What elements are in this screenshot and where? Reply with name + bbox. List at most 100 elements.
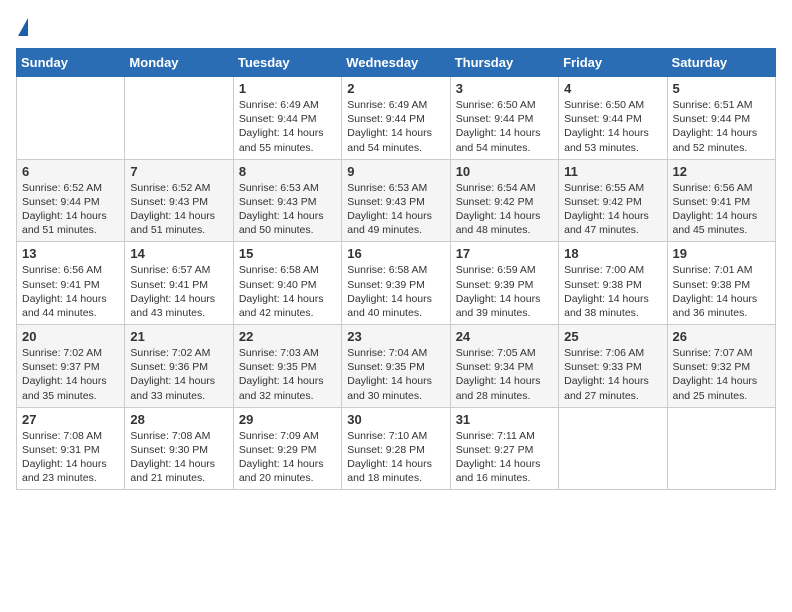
day-header-thursday: Thursday <box>450 49 558 77</box>
day-cell: 17Sunrise: 6:59 AMSunset: 9:39 PMDayligh… <box>450 242 558 325</box>
daylight-text: Daylight: 14 hours and 55 minutes. <box>239 126 336 154</box>
day-number: 12 <box>673 164 770 179</box>
daylight-text: Daylight: 14 hours and 44 minutes. <box>22 292 119 320</box>
sunrise-text: Sunrise: 6:59 AM <box>456 263 553 277</box>
day-number: 30 <box>347 412 444 427</box>
day-number: 4 <box>564 81 661 96</box>
sunrise-text: Sunrise: 6:56 AM <box>673 181 770 195</box>
sunrise-text: Sunrise: 6:49 AM <box>239 98 336 112</box>
day-number: 13 <box>22 246 119 261</box>
day-cell: 13 Sunrise: 6:56 AMSunset: 9:41 PMDayligh… <box>17 242 125 325</box>
sunrise-text: Sunrise: 6:49 AM <box>347 98 444 112</box>
sunset-text: Sunset: 9:37 PM <box>22 360 119 374</box>
day-cell: 15Sunrise: 6:58 AMSunset: 9:40 PMDayligh… <box>233 242 341 325</box>
sunset-text: Sunset: 9:34 PM <box>456 360 553 374</box>
day-number: 25 <box>564 329 661 344</box>
day-number: 26 <box>673 329 770 344</box>
sunrise-text: Sunrise: 7:11 AM <box>456 429 553 443</box>
day-cell: 29Sunrise: 7:09 AMSunset: 9:29 PMDayligh… <box>233 407 341 490</box>
daylight-text: Daylight: 14 hours and 39 minutes. <box>456 292 553 320</box>
sunset-text: Sunset: 9:40 PM <box>239 278 336 292</box>
day-cell: 27Sunrise: 7:08 AMSunset: 9:31 PMDayligh… <box>17 407 125 490</box>
day-header-friday: Friday <box>559 49 667 77</box>
sunrise-text: Sunrise: 6:50 AM <box>456 98 553 112</box>
day-number: 16 <box>347 246 444 261</box>
daylight-text: Daylight: 14 hours and 18 minutes. <box>347 457 444 485</box>
daylight-text: Daylight: 14 hours and 38 minutes. <box>564 292 661 320</box>
sunset-text: Sunset: 9:44 PM <box>239 112 336 126</box>
sunrise-text: Sunrise: 7:08 AM <box>130 429 227 443</box>
sunrise-text: Sunrise: 7:10 AM <box>347 429 444 443</box>
page-header <box>16 16 776 38</box>
daylight-text: Daylight: 14 hours and 16 minutes. <box>456 457 553 485</box>
day-cell: 23Sunrise: 7:04 AMSunset: 9:35 PMDayligh… <box>342 325 450 408</box>
sunset-text: Sunset: 9:39 PM <box>347 278 444 292</box>
sunset-text: Sunset: 9:43 PM <box>239 195 336 209</box>
day-number: 3 <box>456 81 553 96</box>
day-cell: 10Sunrise: 6:54 AMSunset: 9:42 PMDayligh… <box>450 159 558 242</box>
week-row-5: 27Sunrise: 7:08 AMSunset: 9:31 PMDayligh… <box>17 407 776 490</box>
day-number: 21 <box>130 329 227 344</box>
daylight-text: Daylight: 14 hours and 21 minutes. <box>130 457 227 485</box>
day-cell: 8Sunrise: 6:53 AMSunset: 9:43 PMDaylight… <box>233 159 341 242</box>
daylight-text: Daylight: 14 hours and 32 minutes. <box>239 374 336 402</box>
day-cell: 19Sunrise: 7:01 AMSunset: 9:38 PMDayligh… <box>667 242 775 325</box>
day-number: 1 <box>239 81 336 96</box>
sunrise-text: Sunrise: 7:02 AM <box>22 346 119 360</box>
day-number: 29 <box>239 412 336 427</box>
sunset-text: Sunset: 9:44 PM <box>347 112 444 126</box>
sunrise-text: Sunrise: 6:58 AM <box>239 263 336 277</box>
day-number: 8 <box>239 164 336 179</box>
daylight-text: Daylight: 14 hours and 42 minutes. <box>239 292 336 320</box>
sunrise-text: Sunrise: 7:00 AM <box>564 263 661 277</box>
day-cell: 4Sunrise: 6:50 AMSunset: 9:44 PMDaylight… <box>559 77 667 160</box>
day-header-monday: Monday <box>125 49 233 77</box>
week-row-2: 6Sunrise: 6:52 AMSunset: 9:44 PMDaylight… <box>17 159 776 242</box>
sunset-text: Sunset: 9:33 PM <box>564 360 661 374</box>
sunset-text: Sunset: 9:42 PM <box>456 195 553 209</box>
day-cell: 12Sunrise: 6:56 AMSunset: 9:41 PMDayligh… <box>667 159 775 242</box>
daylight-text: Daylight: 14 hours and 53 minutes. <box>564 126 661 154</box>
sunset-text: Sunset: 9:27 PM <box>456 443 553 457</box>
sunrise-text: Sunrise: 6:56 AM <box>22 263 119 277</box>
day-number: 11 <box>564 164 661 179</box>
daylight-text: Daylight: 14 hours and 28 minutes. <box>456 374 553 402</box>
sunset-text: Sunset: 9:31 PM <box>22 443 119 457</box>
daylight-text: Daylight: 14 hours and 30 minutes. <box>347 374 444 402</box>
daylight-text: Daylight: 14 hours and 52 minutes. <box>673 126 770 154</box>
day-header-sunday: Sunday <box>17 49 125 77</box>
sunset-text: Sunset: 9:32 PM <box>673 360 770 374</box>
sunset-text: Sunset: 9:44 PM <box>673 112 770 126</box>
week-row-3: 13Sunrise: 6:56 AMSunset: 9:41 PMDayligh… <box>17 242 776 325</box>
daylight-text: Daylight: 14 hours and 47 minutes. <box>564 209 661 237</box>
sunrise-text: Sunrise: 6:58 AM <box>347 263 444 277</box>
day-cell <box>125 77 233 160</box>
day-cell: 14Sunrise: 6:57 AMSunset: 9:41 PMDayligh… <box>125 242 233 325</box>
header-row: SundayMondayTuesdayWednesdayThursdayFrid… <box>17 49 776 77</box>
day-number: 24 <box>456 329 553 344</box>
sunset-text: Sunset: 9:43 PM <box>347 195 444 209</box>
day-number: 20 <box>22 329 119 344</box>
daylight-text: Daylight: 14 hours and 40 minutes. <box>347 292 444 320</box>
sunset-text: Sunset: 9:42 PM <box>564 195 661 209</box>
daylight-text: Daylight: 14 hours and 54 minutes. <box>456 126 553 154</box>
day-cell: 18Sunrise: 7:00 AMSunset: 9:38 PMDayligh… <box>559 242 667 325</box>
sunset-text: Sunset: 9:35 PM <box>347 360 444 374</box>
sunrise-text: Sunrise: 6:53 AM <box>239 181 336 195</box>
daylight-text: Daylight: 14 hours and 27 minutes. <box>564 374 661 402</box>
day-cell: 2Sunrise: 6:49 AMSunset: 9:44 PMDaylight… <box>342 77 450 160</box>
daylight-text: Daylight: 14 hours and 43 minutes. <box>130 292 227 320</box>
day-cell: 11Sunrise: 6:55 AMSunset: 9:42 PMDayligh… <box>559 159 667 242</box>
day-header-saturday: Saturday <box>667 49 775 77</box>
sunset-text: Sunset: 9:43 PM <box>130 195 227 209</box>
sunset-text: Sunset: 9:41 PM <box>22 278 119 292</box>
day-cell <box>559 407 667 490</box>
day-cell <box>667 407 775 490</box>
sunrise-text: Sunrise: 6:51 AM <box>673 98 770 112</box>
sunrise-text: Sunrise: 6:50 AM <box>564 98 661 112</box>
sunrise-text: Sunrise: 7:03 AM <box>239 346 336 360</box>
day-cell: 16 Sunrise: 6:58 AMSunset: 9:39 PMDayligh… <box>342 242 450 325</box>
sunset-text: Sunset: 9:38 PM <box>673 278 770 292</box>
day-cell: 5Sunrise: 6:51 AMSunset: 9:44 PMDaylight… <box>667 77 775 160</box>
sunrise-text: Sunrise: 6:57 AM <box>130 263 227 277</box>
